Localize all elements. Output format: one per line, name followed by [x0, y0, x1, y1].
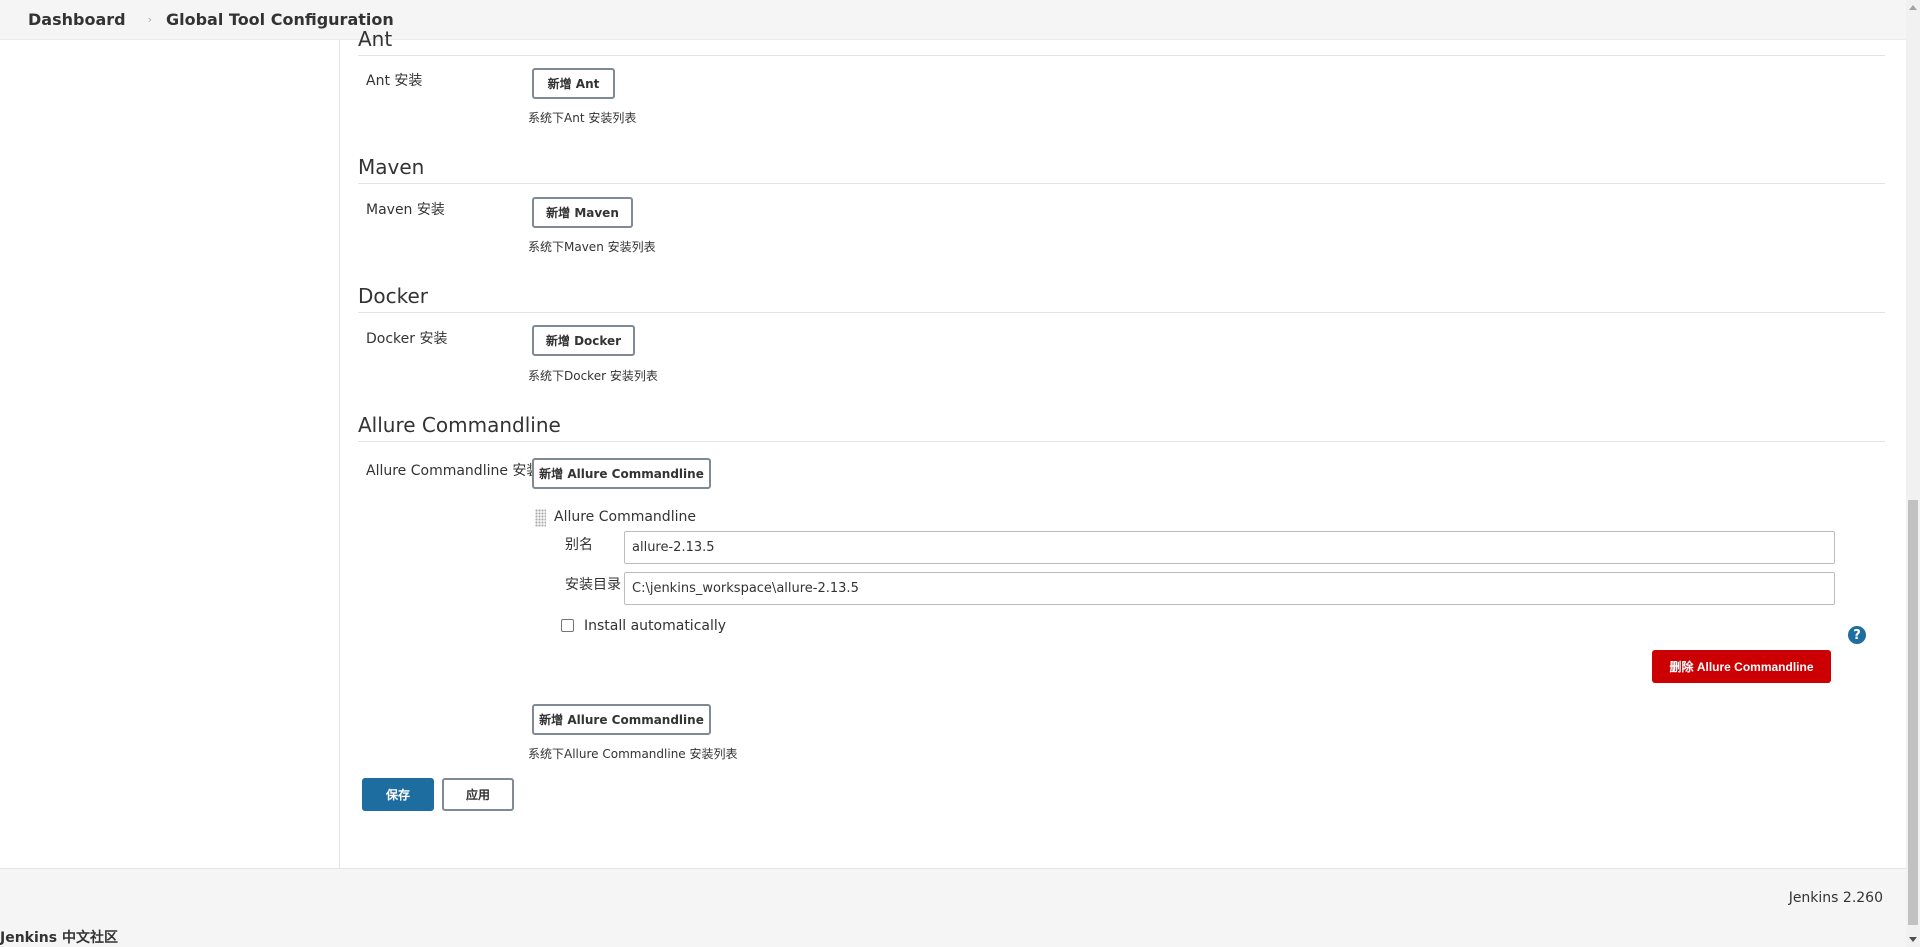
help-icon[interactable]: ?: [1848, 626, 1866, 644]
section-docker: Docker: [358, 283, 1885, 313]
docker-help-text: 系统下Docker 安装列表: [528, 369, 658, 383]
add-allure-button-bottom[interactable]: 新增 Allure Commandline: [532, 704, 711, 735]
page-scrollbar[interactable]: [1906, 0, 1920, 947]
allure-help-text: 系统下Allure Commandline 安装列表: [528, 747, 738, 761]
scroll-down-icon[interactable]: [1909, 937, 1917, 942]
allure-install-label: Allure Commandline 安装: [366, 463, 541, 479]
section-title-allure: Allure Commandline: [358, 412, 1885, 442]
section-ant: Ant: [358, 26, 1885, 56]
scroll-up-icon[interactable]: [1909, 5, 1917, 10]
drag-handle-icon[interactable]: [535, 509, 546, 527]
jenkins-version: Jenkins 2.260: [1788, 890, 1883, 906]
section-title-maven: Maven: [358, 154, 1885, 184]
apply-button[interactable]: 应用: [442, 778, 514, 811]
breadcrumb-separator-icon: ›: [147, 13, 152, 26]
allure-name-input[interactable]: [624, 531, 1835, 564]
docker-install-label: Docker 安装: [366, 331, 448, 347]
allure-name-label: 别名: [565, 537, 593, 553]
add-allure-button-top[interactable]: 新增 Allure Commandline: [532, 458, 711, 489]
add-docker-button[interactable]: 新增 Docker: [532, 325, 635, 356]
maven-help-text: 系统下Maven 安装列表: [528, 240, 656, 254]
breadcrumb-dashboard[interactable]: Dashboard: [0, 10, 126, 29]
delete-allure-button[interactable]: 删除 Allure Commandline: [1652, 650, 1831, 683]
ant-install-label: Ant 安装: [366, 73, 423, 89]
footer: Jenkins 2.260 Jenkins 中文社区: [0, 868, 1906, 947]
ant-help-text: 系统下Ant 安装列表: [528, 111, 637, 125]
install-automatically-checkbox[interactable]: [561, 619, 574, 632]
maven-install-label: Maven 安装: [366, 202, 445, 218]
scroll-thumb[interactable]: [1908, 500, 1918, 925]
side-panel: [0, 40, 340, 868]
section-title-ant: Ant: [358, 26, 1885, 56]
allure-home-label: 安装目录: [565, 577, 621, 593]
section-title-docker: Docker: [358, 283, 1885, 313]
add-ant-button[interactable]: 新增 Ant: [532, 68, 615, 99]
section-allure: Allure Commandline: [358, 412, 1885, 442]
add-maven-button[interactable]: 新增 Maven: [532, 197, 633, 228]
allure-installation-header: Allure Commandline: [554, 509, 696, 525]
section-maven: Maven: [358, 154, 1885, 184]
allure-home-input[interactable]: [624, 572, 1835, 605]
install-automatically-label[interactable]: Install automatically: [584, 618, 726, 634]
jenkins-community-link[interactable]: Jenkins 中文社区: [0, 927, 118, 947]
save-button[interactable]: 保存: [362, 778, 434, 811]
